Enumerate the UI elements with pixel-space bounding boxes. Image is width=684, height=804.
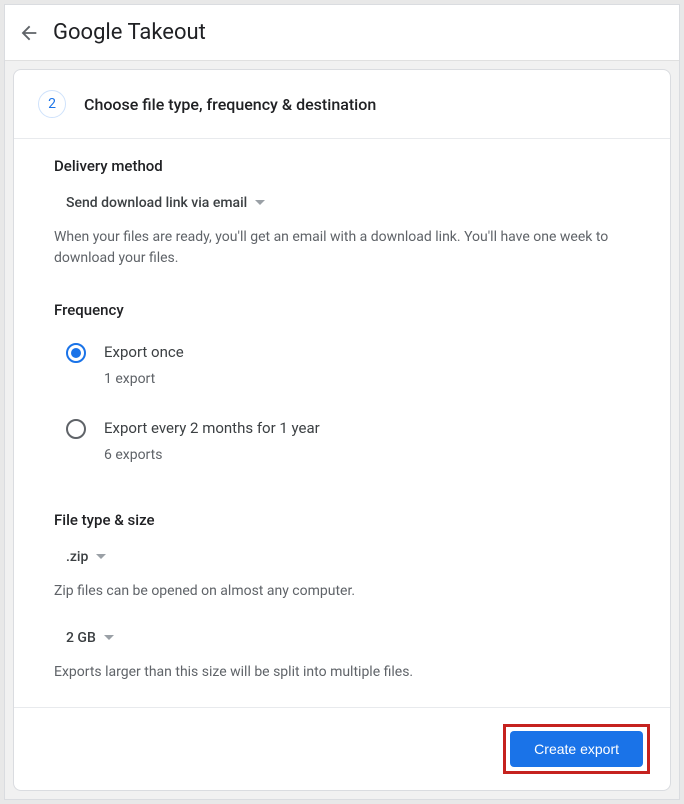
filetype-value: .zip <box>66 549 88 565</box>
filetype-helper: Zip files can be opened on almost any co… <box>54 581 630 602</box>
filesize-dropdown[interactable]: 2 GB <box>66 626 114 650</box>
frequency-option-label: Export once <box>104 343 184 361</box>
frequency-title: Frequency <box>54 301 630 319</box>
frequency-option-sub: 6 exports <box>104 447 320 463</box>
frequency-option-once[interactable]: Export once 1 export <box>54 335 630 403</box>
step-title: Choose file type, frequency & destinatio… <box>84 95 376 114</box>
frequency-section: Frequency Export once 1 export E <box>54 301 630 479</box>
delivery-method-section: Delivery method Send download link via e… <box>54 157 630 269</box>
page-title: Google Takeout <box>53 20 206 45</box>
filesize-helper: Exports larger than this size will be sp… <box>54 662 630 683</box>
filetype-title: File type & size <box>54 511 630 529</box>
delivery-method-dropdown[interactable]: Send download link via email <box>66 191 265 215</box>
create-export-button[interactable]: Create export <box>510 731 643 767</box>
step-header: 2 Choose file type, frequency & destinat… <box>14 70 670 139</box>
frequency-option-periodic[interactable]: Export every 2 months for 1 year 6 expor… <box>54 403 630 479</box>
delivery-method-helper: When your files are ready, you'll get an… <box>54 227 630 269</box>
back-button[interactable] <box>17 21 41 45</box>
radio-unselected-icon <box>66 419 86 439</box>
caret-down-icon <box>96 554 106 560</box>
arrow-left-icon <box>18 22 40 44</box>
filesize-value: 2 GB <box>66 630 96 646</box>
caret-down-icon <box>255 200 265 206</box>
delivery-method-value: Send download link via email <box>66 195 247 211</box>
radio-selected-icon <box>66 343 86 363</box>
step-number-badge: 2 <box>38 90 66 118</box>
caret-down-icon <box>104 635 114 641</box>
frequency-option-label: Export every 2 months for 1 year <box>104 419 320 437</box>
create-export-highlight: Create export <box>503 724 650 774</box>
frequency-option-sub: 1 export <box>104 371 184 387</box>
filetype-dropdown[interactable]: .zip <box>66 545 106 569</box>
delivery-method-title: Delivery method <box>54 157 630 175</box>
filetype-section: File type & size .zip Zip files can be o… <box>54 511 630 683</box>
